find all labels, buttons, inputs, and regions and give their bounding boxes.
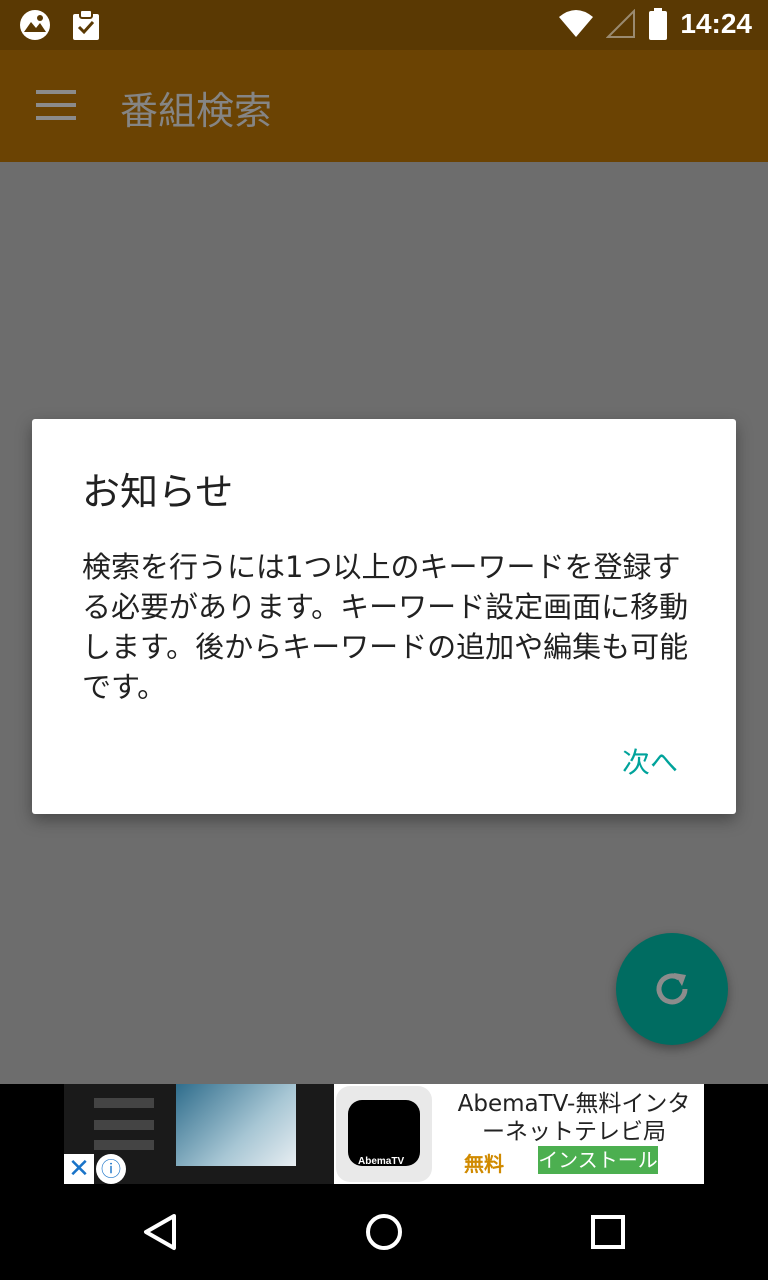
ad-install-button[interactable]: インストール	[538, 1146, 658, 1174]
dialog-message: 検索を行うには1つ以上のキーワードを登録する必要があります。キーワード設定画面に…	[82, 550, 689, 704]
clipboard-check-icon	[73, 9, 99, 40]
battery-icon	[649, 8, 668, 40]
menu-icon[interactable]	[36, 90, 76, 124]
dialog-title: お知らせ	[82, 470, 234, 514]
signal-icon	[606, 9, 636, 38]
wifi-icon	[559, 10, 594, 37]
recents-icon[interactable]	[590, 1212, 626, 1252]
status-right: 14:24	[558, 8, 752, 40]
app-bar: 番組検索	[0, 50, 768, 162]
ad-info-icon[interactable]: ⓘ	[96, 1154, 126, 1184]
status-left-icons	[18, 8, 102, 42]
clock: 14:24	[680, 8, 752, 39]
refresh-icon	[656, 973, 688, 1005]
page-title: 番組検索	[120, 89, 273, 133]
notice-dialog: お知らせ 検索を行うには1つ以上のキーワードを登録する必要があります。キーワード…	[32, 419, 736, 814]
refresh-button[interactable]	[616, 933, 728, 1045]
navigation-bar	[0, 1184, 768, 1280]
ad-free-label: 無料	[464, 1152, 504, 1176]
next-button[interactable]: 次へ	[622, 741, 678, 781]
ad-title: AbemaTV-無料インターネットテレビ局	[457, 1091, 691, 1145]
home-icon[interactable]	[364, 1212, 404, 1252]
ad-icon-brand: AbemaTV	[358, 1156, 405, 1167]
ad-banner: ✕ ⓘ AbemaTV AbemaTV-無料インターネットテレビ局 無料 インス…	[0, 1084, 768, 1184]
back-icon[interactable]	[140, 1212, 180, 1252]
ad-content[interactable]: ✕ ⓘ AbemaTV AbemaTV-無料インターネットテレビ局 無料 インス…	[64, 1084, 704, 1184]
ad-close-icon[interactable]: ✕	[64, 1154, 94, 1184]
app-notification-icon	[20, 10, 50, 40]
abematv-app-icon: AbemaTV	[336, 1086, 432, 1182]
status-bar: 14:24	[0, 0, 768, 50]
